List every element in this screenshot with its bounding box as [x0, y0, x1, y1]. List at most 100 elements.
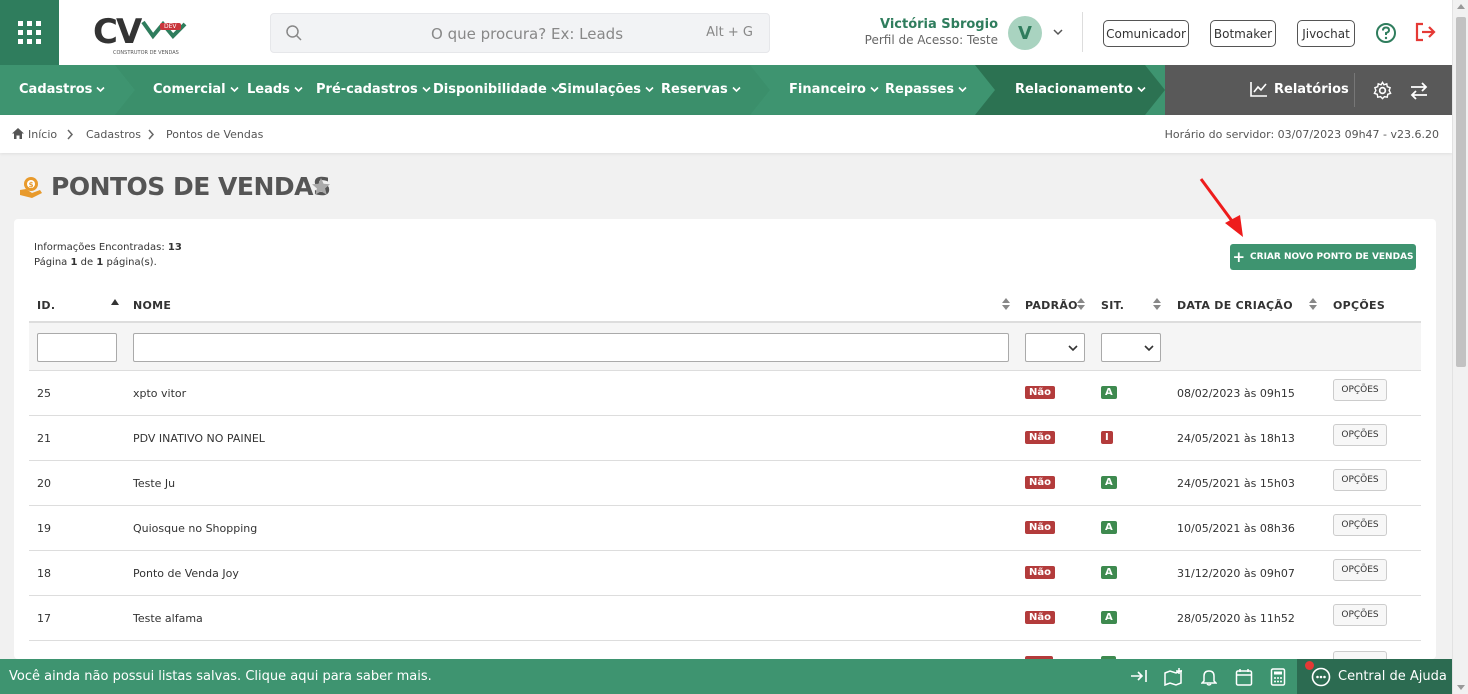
cell-nome: Quiosque no Shopping: [133, 522, 258, 535]
nav-relatorios[interactable]: Relatórios: [1250, 81, 1349, 97]
cell-nome: Teste Ju: [133, 477, 176, 490]
col-data-criacao[interactable]: DATA DE CRIAÇÃO: [1177, 299, 1293, 312]
chevron-right-icon: [67, 129, 74, 140]
breadcrumb: Início Cadastros Pontos de Vendas Horári…: [0, 115, 1452, 153]
row-options-button[interactable]: OPÇÕES: [1333, 424, 1387, 446]
filter-nome-input[interactable]: [133, 333, 1009, 362]
notification-dot: [1305, 661, 1314, 670]
chevron-down-icon: [294, 86, 303, 93]
map-add-icon[interactable]: [1164, 668, 1184, 686]
sort-icon[interactable]: [1077, 298, 1085, 310]
help-center-label: Central de Ajuda: [1338, 669, 1447, 684]
table-row[interactable]: 17 Teste alfama Não A 28/05/2020 às 11h5…: [29, 596, 1421, 641]
row-options-button[interactable]: OPÇÕES: [1333, 559, 1387, 581]
page-suffix: página(s).: [106, 257, 157, 268]
filter-situacao-select[interactable]: [1101, 333, 1161, 362]
filter-padrao-select[interactable]: [1025, 333, 1085, 362]
user-info[interactable]: Victória Sbrogio Perfil de Acesso: Teste: [862, 17, 998, 47]
sort-icon[interactable]: [1309, 298, 1317, 310]
col-id[interactable]: ID.: [37, 299, 55, 312]
table-row[interactable]: 21 PDV INATIVO NO PAINEL Não I 24/05/202…: [29, 416, 1421, 461]
chevron-down-icon[interactable]: [1052, 26, 1064, 38]
scroll-down-arrow[interactable]: [1457, 685, 1465, 690]
row-options-button[interactable]: OPÇÕES: [1333, 469, 1387, 491]
padrao-badge: Não: [1025, 566, 1055, 579]
sort-icon[interactable]: [1153, 298, 1161, 310]
comunicador-button[interactable]: Comunicador: [1103, 20, 1189, 47]
cell-nome: PDV INATIVO NO PAINEL: [133, 432, 265, 445]
nav-relacionamento[interactable]: Relacionamento: [1015, 82, 1146, 97]
nav-cadastros[interactable]: Cadastros: [19, 82, 106, 97]
bell-icon[interactable]: [1201, 668, 1217, 686]
calculator-icon[interactable]: [1270, 668, 1286, 686]
calendar-icon[interactable]: [1235, 668, 1253, 686]
logo-badge: DEV: [160, 22, 181, 30]
nav-pre-cadastros[interactable]: Pré-cadastros: [316, 82, 431, 97]
content-card: Informações Encontradas: 13 Página 1 de …: [14, 219, 1436, 659]
nav-label: Relatórios: [1274, 81, 1349, 97]
cell-id: 25: [37, 387, 51, 400]
global-search[interactable]: O que procura? Ex: Leads Alt + G: [270, 13, 770, 53]
sort-asc-icon[interactable]: [111, 299, 119, 305]
logo[interactable]: CV DEV CONSTRUTOR DE VENDAS: [93, 8, 193, 58]
help-icon[interactable]: [1375, 22, 1397, 44]
user-name: Victória Sbrogio: [879, 17, 998, 32]
table-row[interactable]: 20 Teste Ju Não A 24/05/2021 às 15h03 OP…: [29, 461, 1421, 506]
sort-icon[interactable]: [1002, 298, 1010, 310]
status-badge: A: [1101, 611, 1117, 624]
nav-reservas[interactable]: Reservas: [661, 82, 741, 97]
status-badge: A: [1101, 476, 1117, 489]
header-divider: [1082, 12, 1083, 52]
col-nome[interactable]: NOME: [133, 299, 171, 312]
breadcrumb-cadastros[interactable]: Cadastros: [86, 128, 141, 141]
row-options-button[interactable]: [1333, 651, 1387, 659]
nav-simulacoes[interactable]: Simulações: [558, 82, 654, 97]
row-options-button[interactable]: OPÇÕES: [1333, 379, 1387, 401]
padrao-badge: Não: [1025, 386, 1055, 399]
scroll-thumb[interactable]: [1456, 17, 1466, 367]
home-icon[interactable]: [11, 127, 25, 140]
table-row[interactable]: [29, 641, 1421, 659]
nav-leads[interactable]: Leads: [247, 82, 303, 97]
col-padrao[interactable]: PADRÃO: [1025, 299, 1078, 312]
cell-nome: xpto vitor: [133, 387, 187, 400]
page-word: Página: [34, 257, 68, 268]
row-options-button[interactable]: OPÇÕES: [1333, 604, 1387, 626]
create-sales-point-button[interactable]: + CRIAR NOVO PONTO DE VENDAS: [1230, 244, 1416, 270]
page-scrollbar[interactable]: [1452, 0, 1468, 694]
status-badge: I: [1101, 431, 1113, 444]
saved-lists-message[interactable]: Você ainda não possui listas salvas. Cli…: [9, 669, 432, 684]
scroll-up-arrow[interactable]: [1457, 4, 1465, 9]
col-situacao[interactable]: SIT.: [1101, 299, 1124, 312]
nav-repasses[interactable]: Repasses: [885, 82, 967, 97]
avatar[interactable]: V: [1008, 16, 1042, 50]
table-row[interactable]: 18 Ponto de Venda Joy Não A 31/12/2020 à…: [29, 551, 1421, 596]
nav-disponibilidade[interactable]: Disponibilidade: [433, 82, 560, 97]
filter-id-input[interactable]: [37, 333, 117, 362]
page-total: 1: [96, 257, 104, 268]
col-opcoes: OPÇÕES: [1333, 299, 1386, 312]
collapse-right-icon[interactable]: [1130, 668, 1148, 684]
plus-icon: +: [1232, 248, 1246, 266]
breadcrumb-home[interactable]: Início: [28, 128, 57, 141]
logout-icon[interactable]: [1414, 21, 1438, 43]
swap-icon[interactable]: [1409, 82, 1429, 100]
jivochat-button[interactable]: Jivochat: [1297, 20, 1355, 47]
botmaker-button[interactable]: Botmaker: [1210, 20, 1276, 47]
logo-text: CV: [93, 11, 142, 52]
nav-comercial[interactable]: Comercial: [153, 82, 239, 97]
help-center-button[interactable]: Central de Ajuda: [1297, 659, 1452, 694]
favorite-star-icon[interactable]: [311, 177, 331, 196]
row-options-button[interactable]: OPÇÕES: [1333, 514, 1387, 536]
search-placeholder: O que procura? Ex: Leads: [431, 25, 624, 43]
gear-icon[interactable]: [1373, 81, 1392, 100]
apps-menu-button[interactable]: [0, 0, 59, 65]
svg-text:$: $: [29, 181, 34, 189]
chevron-down-icon: [1068, 345, 1078, 352]
server-time: Horário do servidor: 03/07/2023 09h47 - …: [1164, 128, 1439, 141]
table-row[interactable]: 25 xpto vitor Não A 08/02/2023 às 09h15 …: [29, 371, 1421, 416]
results-count-label: Informações Encontradas:: [34, 242, 165, 253]
nav-financeiro[interactable]: Financeiro: [789, 82, 879, 97]
table-row[interactable]: 19 Quiosque no Shopping Não A 10/05/2021…: [29, 506, 1421, 551]
page-title: PONTOS DE VENDAS: [51, 172, 331, 201]
